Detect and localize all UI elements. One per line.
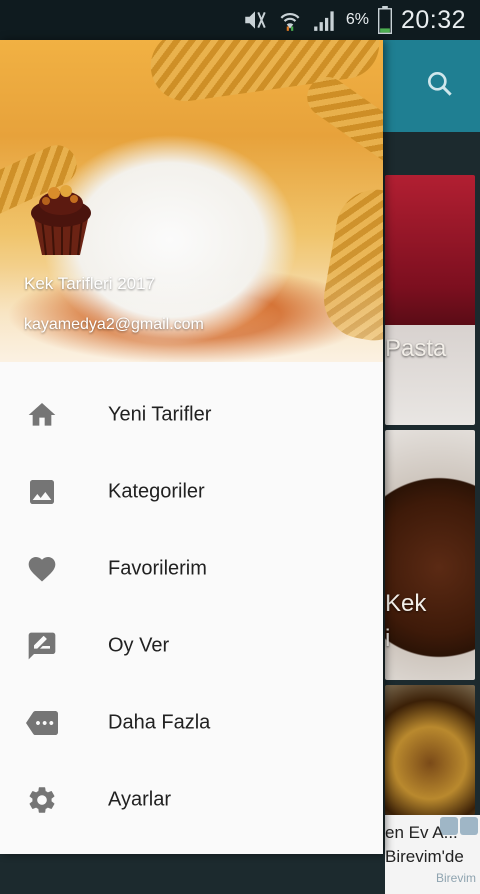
menu-item-yeni-tarifler[interactable]: Yeni Tarifler bbox=[0, 376, 383, 453]
status-bar: 6% 20:32 bbox=[0, 0, 480, 40]
mute-icon bbox=[242, 7, 268, 33]
ad-brand: Birevim bbox=[435, 871, 476, 885]
account-email: kayamedya2@gmail.com bbox=[24, 316, 204, 333]
recipe-card[interactable] bbox=[385, 685, 475, 815]
wheat-image bbox=[299, 69, 383, 171]
menu-item-ayarlar[interactable]: Ayarlar bbox=[0, 761, 383, 838]
image-icon bbox=[26, 476, 58, 508]
menu-item-label: Yeni Tarifler bbox=[108, 403, 212, 425]
rate-review-icon bbox=[26, 630, 58, 662]
menu-item-label: Daha Fazla bbox=[108, 711, 211, 733]
ad-banner[interactable]: en Ev A... Birevim'de Birevim bbox=[385, 815, 480, 894]
drawer-header: Kek Tarifleri 2017 kayamedya2@gmail.com bbox=[0, 40, 383, 362]
menu-item-label: Favorilerim bbox=[108, 557, 207, 579]
menu-item-kategoriler[interactable]: Kategoriler bbox=[0, 453, 383, 530]
menu-item-label: Oy Ver bbox=[108, 634, 170, 656]
recipe-card-title: Kek bbox=[385, 590, 427, 617]
menu-item-favorilerim[interactable]: Favorilerim bbox=[0, 530, 383, 607]
battery-icon bbox=[377, 6, 393, 34]
recipe-card[interactable]: Pasta bbox=[385, 175, 475, 425]
cupcake-avatar-icon bbox=[31, 185, 91, 256]
app-name: Kek Tarifleri 2017 bbox=[24, 274, 156, 293]
ad-text: en Ev A... bbox=[385, 823, 458, 842]
clock: 20:32 bbox=[400, 5, 466, 34]
more-icon bbox=[26, 707, 58, 739]
recipe-card[interactable]: Kek i bbox=[385, 430, 475, 680]
drawer-menu: Yeni Tarifler Kategoriler Favorilerim Oy… bbox=[0, 376, 383, 838]
home-icon bbox=[26, 399, 58, 431]
heart-icon bbox=[26, 553, 58, 585]
recipe-card-title: Pasta bbox=[385, 335, 447, 362]
navigation-drawer: Kek Tarifleri 2017 kayamedya2@gmail.com … bbox=[0, 40, 383, 854]
search-icon[interactable] bbox=[424, 68, 456, 100]
settings-icon bbox=[26, 784, 58, 816]
signal-icon bbox=[312, 7, 338, 33]
menu-item-oy-ver[interactable]: Oy Ver bbox=[0, 607, 383, 684]
wifi-icon bbox=[276, 7, 304, 33]
recipe-card-subtitle: i bbox=[385, 625, 391, 652]
menu-item-daha-fazla[interactable]: Daha Fazla bbox=[0, 684, 383, 761]
menu-item-label: Kategoriler bbox=[108, 480, 205, 502]
menu-item-label: Ayarlar bbox=[108, 788, 171, 810]
battery-percent: 6% bbox=[345, 11, 369, 28]
ad-text: Birevim'de bbox=[385, 847, 464, 866]
